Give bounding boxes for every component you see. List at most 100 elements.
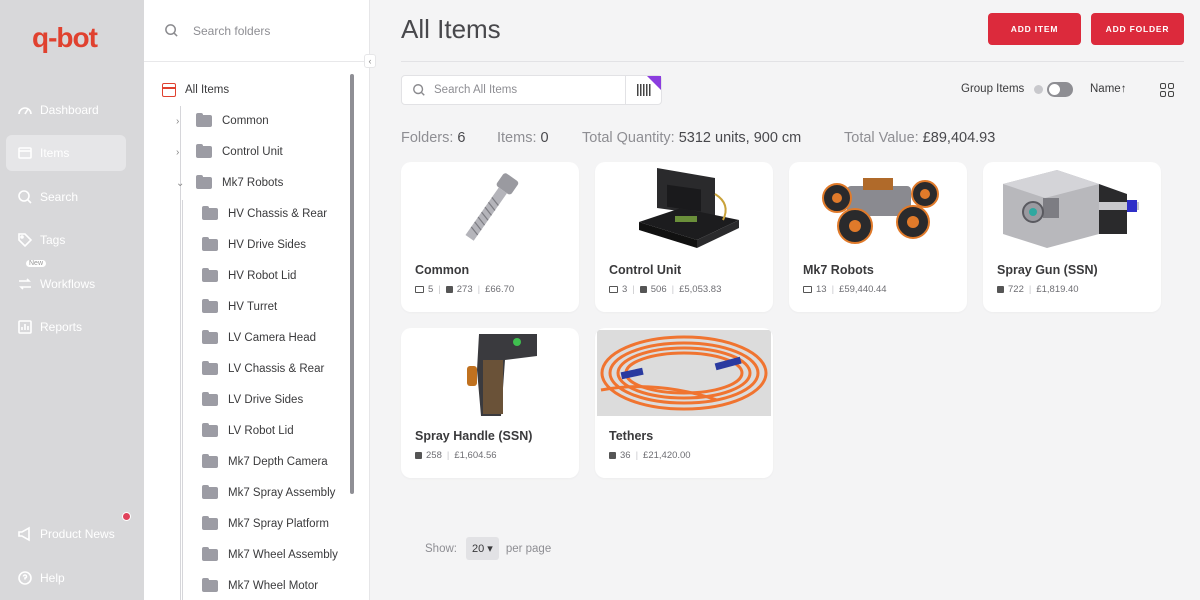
barcode-scan-button[interactable] [625,76,661,104]
search-icon [413,84,425,96]
spray-gun-image [985,164,1159,250]
item-card-spray-gun[interactable]: Spray Gun (SSN) 722 | £1,819.40 [983,162,1161,312]
folder-search-input[interactable] [193,23,343,38]
folder-card-control-unit[interactable]: Control Unit 3 | 506 | £5,053.83 [595,162,773,312]
folder-icon [609,286,618,293]
folder-icon [202,547,218,561]
tree-label: Mk7 Robots [222,177,284,189]
header-divider [401,61,1184,62]
tree-subitem[interactable]: Mk7 Spray Assembly [202,482,335,504]
nav-search[interactable]: Search [6,179,126,215]
per-page-select[interactable]: 20 ▾ [465,537,499,560]
folder-icon [196,113,212,127]
chevron-down-icon[interactable]: ⌄ [176,178,186,189]
chevron-right-icon[interactable]: › [176,147,186,158]
item-search-input[interactable] [434,84,614,96]
card-title: Control Unit [609,263,682,277]
tree-subitem[interactable]: HV Robot Lid [202,265,296,287]
tree-item-common[interactable]: › Common [176,110,269,132]
tree-subitem[interactable]: Mk7 Spray Platform [202,513,329,535]
group-items-label: Group Items [961,83,1025,95]
tree-subitem[interactable]: Mk7 Wheel Motor [202,575,318,597]
tree-subitem[interactable]: LV Camera Head [202,327,316,349]
card-title: Common [415,263,470,277]
qbot-logo[interactable]: q-bot [32,22,98,54]
folder-tree-scrollbar[interactable] [350,74,354,494]
nav-label: Items [40,146,70,160]
robot-image [791,164,965,250]
tree-label: Mk7 Spray Assembly [228,487,336,499]
tag-icon [16,231,34,249]
tree-label: Mk7 Spray Platform [228,518,329,530]
new-badge: New [26,260,47,267]
dashboard-icon [16,101,34,119]
calendar-icon [162,83,176,97]
card-meta: 5 | 273 | £66.70 [415,284,514,295]
tree-subitem[interactable]: Mk7 Depth Camera [202,451,328,473]
main-content: All Items ADD ITEM ADD FOLDER Group Item… [370,0,1200,600]
workflows-icon [16,275,34,293]
add-folder-button[interactable]: ADD FOLDER [1091,13,1184,45]
nav-items[interactable]: Items [6,135,126,171]
nav-label: Dashboard [40,103,99,117]
tree-label: HV Turret [228,301,278,313]
item-card-tethers[interactable]: Tethers 36 | £21,420.00 [595,328,773,478]
item-search-bar [401,75,662,105]
nav-tags[interactable]: Tags [6,222,126,258]
tree-label: HV Chassis & Rear [228,208,328,220]
tree-subitem[interactable]: LV Robot Lid [202,420,294,442]
item-card-spray-handle[interactable]: Spray Handle (SSN) 258 | £1,604.56 [401,328,579,478]
tree-subitem[interactable]: HV Turret [202,296,277,318]
tree-subitem[interactable]: LV Drive Sides [202,389,303,411]
folder-search-bar [144,0,369,62]
box-icon [997,286,1004,293]
bolt-image [403,164,577,250]
tree-label: LV Camera Head [228,332,316,344]
folder-icon [196,175,212,189]
app-sidebar: q-bot Dashboard Items Search Tags New Wo… [0,0,144,600]
folder-icon [202,392,218,406]
folder-icon [202,361,218,375]
card-title: Spray Gun (SSN) [997,263,1098,277]
folder-icon [202,299,218,313]
nav-reports[interactable]: Reports [6,309,126,345]
page-title: All Items [401,14,501,44]
info-icon[interactable] [1034,85,1043,94]
card-title: Tethers [609,429,654,443]
nav-label: Workflows [40,277,96,291]
grid-view-icon[interactable] [1160,83,1174,97]
folder-card-common[interactable]: Common 5 | 273 | £66.70 [401,162,579,312]
tree-item-all-items[interactable]: All Items [162,79,229,101]
card-title: Mk7 Robots [803,263,874,277]
tree-subitem[interactable]: Mk7 Wheel Assembly [202,544,338,566]
nav-label: Tags [40,233,66,247]
tree-label: LV Robot Lid [228,425,294,437]
search-icon [16,188,34,206]
stat-folders: Folders: 6 [401,130,466,146]
tree-label: LV Drive Sides [228,394,304,406]
add-item-button[interactable]: ADD ITEM [988,13,1081,45]
barcode-corner-badge [647,76,661,90]
folder-icon [196,144,212,158]
group-items-toggle[interactable] [1047,82,1073,97]
tree-item-mk7-robots[interactable]: ⌄ Mk7 Robots [176,172,283,194]
card-meta: 36 | £21,420.00 [609,450,691,461]
tree-label: Mk7 Wheel Motor [228,580,319,592]
nav-dashboard[interactable]: Dashboard [6,92,126,128]
chevron-right-icon[interactable]: › [176,116,186,127]
folder-icon [202,237,218,251]
control-unit-image [597,164,771,250]
sort-arrow-icon: ↑ [1120,83,1127,95]
folder-card-mk7-robots[interactable]: Mk7 Robots 13 | £59,440.44 [789,162,967,312]
sort-button[interactable]: Name↑ [1090,83,1126,95]
tree-subitem[interactable]: HV Chassis & Rear [202,203,327,225]
nav-product-news[interactable]: Product News [6,516,126,552]
stat-total-value: Total Value: £89,404.93 [844,130,996,146]
tree-subitem[interactable]: LV Chassis & Rear [202,358,324,380]
nav-help[interactable]: Help [6,560,126,596]
tree-subitem[interactable]: HV Drive Sides [202,234,306,256]
nav-workflows[interactable]: New Workflows [6,260,126,302]
folder-icon [202,578,218,592]
tree-item-control-unit[interactable]: › Control Unit [176,141,283,163]
folder-icon [202,330,218,344]
